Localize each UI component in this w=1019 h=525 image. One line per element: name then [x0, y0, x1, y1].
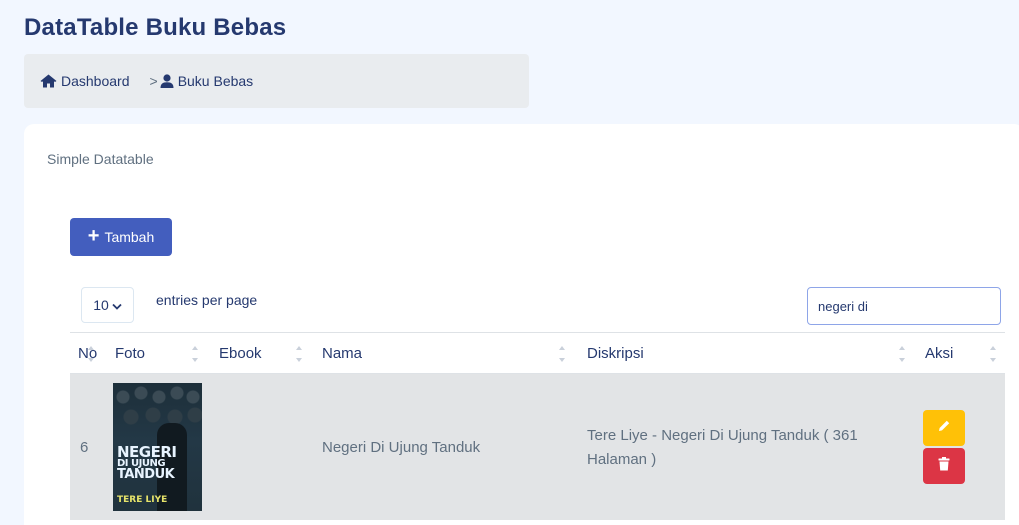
column-header-ebook[interactable]: Ebook — [219, 333, 262, 374]
cover-author: TERE LIYE — [117, 495, 168, 505]
pencil-icon — [937, 419, 951, 438]
book-description: Tere Liye - Negeri Di Ujung Tanduk ( 361… — [587, 424, 887, 472]
edit-button[interactable] — [923, 410, 965, 446]
table-row: 6 NEGERI DI UJUNG TANDUK TERE LIYE Neger… — [70, 374, 1005, 520]
column-header-label: Nama — [322, 345, 363, 362]
entries-per-page-value: 10 — [93, 297, 109, 313]
delete-button[interactable] — [923, 448, 965, 484]
chevron-down-icon — [112, 297, 122, 313]
column-header-foto[interactable]: Foto — [115, 333, 145, 374]
card-title: Simple Datatable — [47, 151, 154, 167]
breadcrumb-home-label: Dashboard — [61, 73, 130, 89]
cover-title-line: TANDUK — [117, 466, 175, 482]
sort-icon[interactable] — [88, 343, 96, 365]
breadcrumb-current: Buku Bebas — [160, 73, 254, 89]
column-header-label: Ebook — [219, 345, 262, 362]
sort-icon[interactable] — [192, 343, 200, 365]
entries-per-page-label: entries per page — [156, 292, 258, 308]
table-header: No Foto Ebook Nama Diskripsi Aksi — [70, 332, 1005, 374]
breadcrumb: Dashboard > Buku Bebas — [24, 54, 529, 108]
breadcrumb-separator: > — [149, 73, 158, 89]
datatable-card: Simple Datatable + Tambah 10 entries per… — [24, 124, 1019, 525]
user-icon — [160, 74, 174, 88]
trash-icon — [938, 456, 950, 476]
column-header-label: Aksi — [925, 345, 954, 362]
column-header-aksi[interactable]: Aksi — [925, 333, 953, 374]
add-button[interactable]: + Tambah — [70, 218, 172, 256]
column-header-label: Diskripsi — [587, 345, 644, 362]
column-header-nama[interactable]: Nama — [322, 333, 362, 374]
book-name: Negeri Di Ujung Tanduk — [322, 438, 481, 456]
book-description-line: Halaman ) — [587, 451, 657, 468]
cover-title-line: NEGERI — [117, 443, 177, 461]
sort-icon[interactable] — [899, 343, 907, 365]
column-header-diskripsi[interactable]: Diskripsi — [587, 333, 644, 374]
sort-icon[interactable] — [296, 343, 304, 365]
search-input[interactable] — [807, 287, 1001, 325]
row-number: 6 — [80, 438, 89, 456]
add-button-label: Tambah — [104, 229, 155, 245]
column-header-label: Foto — [115, 345, 146, 362]
entries-per-page-select[interactable]: 10 — [81, 287, 134, 323]
page-title: DataTable Buku Bebas — [24, 14, 287, 41]
breadcrumb-current-label: Buku Bebas — [177, 73, 254, 89]
breadcrumb-home[interactable]: Dashboard — [40, 73, 130, 89]
plus-icon: + — [87, 225, 100, 247]
sort-icon[interactable] — [559, 343, 567, 365]
book-cover-image: NEGERI DI UJUNG TANDUK TERE LIYE — [113, 383, 202, 511]
home-icon — [40, 74, 57, 88]
sort-icon[interactable] — [990, 343, 998, 365]
book-description-line: Tere Liye - Negeri Di Ujung Tanduk ( 361 — [587, 427, 858, 444]
